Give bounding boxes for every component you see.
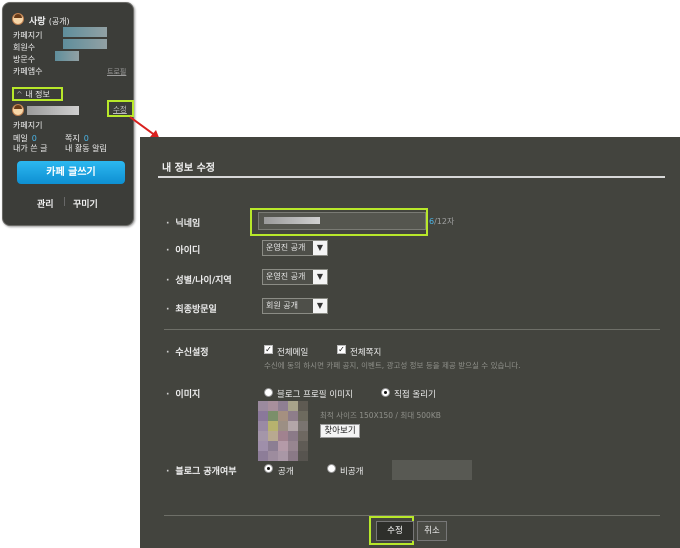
- blurred-member-count: [63, 39, 107, 49]
- title-divider: [158, 176, 665, 178]
- chevron-down-icon: ▼: [313, 241, 327, 255]
- edit-profile-dialog: 내 정보 수정 닉네임 6/12자 아이디 운영진 공개 ▼ 성별/나이/지역 …: [140, 137, 680, 548]
- submit-button[interactable]: 수정: [376, 521, 414, 541]
- cancel-button[interactable]: 취소: [417, 521, 447, 541]
- profile-visibility-select[interactable]: 운영진 공개 ▼: [262, 269, 328, 285]
- blog-public-label: 블로그 공개여부: [166, 464, 236, 477]
- dialog-title: 내 정보 수정: [162, 163, 215, 174]
- profile-info-label: 성별/나이/지역: [166, 273, 231, 286]
- visit-count-label: 방문수: [13, 55, 36, 64]
- blurred-nickname-value: [264, 217, 320, 224]
- upload-image-label: 직접 올리기: [394, 390, 436, 400]
- rank-link[interactable]: 트로필: [107, 67, 126, 77]
- nickname-counter: 6/12자: [429, 216, 454, 227]
- mail-label: 메일: [13, 134, 28, 143]
- nickname-counter-max: /12자: [434, 217, 455, 226]
- receive-settings-label: 수신설정: [166, 345, 208, 358]
- blurred-blog-address: [392, 460, 472, 480]
- blurred-cafe-manager: [63, 27, 107, 37]
- id-visibility-value: 운영진 공개: [266, 243, 306, 252]
- blurred-visit-count: [55, 51, 79, 61]
- id-label: 아이디: [166, 243, 200, 256]
- cafe-manager-label: 카페지기: [13, 31, 43, 40]
- cafe-app-count-label: 카페앱수: [13, 67, 43, 76]
- mail-count: 0: [31, 134, 37, 143]
- note-label: 쪽지: [65, 134, 80, 143]
- my-posts-link[interactable]: 내가 쓴 글: [13, 143, 48, 154]
- chevron-down-icon: ▼: [313, 299, 327, 313]
- chevron-down-icon: ▼: [313, 270, 327, 284]
- member-avatar-icon: [12, 104, 24, 116]
- my-info-toggle[interactable]: ^ 내 정보: [16, 89, 50, 100]
- note-count: 0: [83, 134, 89, 143]
- section-divider: [164, 329, 660, 330]
- cafe-info-panel: 사랑 (공개) 카페지기 회원수 방문수 카페앱수 트로필 ^ 내 정보 수정 …: [2, 2, 134, 226]
- last-visit-label: 최종방문일: [166, 302, 216, 315]
- last-visit-visibility-value: 회원 공개: [266, 301, 298, 310]
- cafe-write-button[interactable]: 카페 글쓰기: [17, 161, 125, 184]
- screenshot-root: 사랑 (공개) 카페지기 회원수 방문수 카페앱수 트로필 ^ 내 정보 수정 …: [0, 0, 680, 548]
- receive-mail-checkbox[interactable]: ✓: [264, 345, 273, 354]
- receive-note-label: 전체쪽지: [350, 348, 382, 358]
- decorate-link[interactable]: 꾸미기: [73, 197, 98, 210]
- cafe-avatar-icon: [12, 13, 24, 25]
- receive-note-checkbox[interactable]: ✓: [337, 345, 346, 354]
- profile-visibility-value: 운영진 공개: [266, 272, 306, 281]
- edit-profile-link[interactable]: 수정: [113, 104, 127, 115]
- profile-image-preview: [258, 401, 308, 461]
- member-role: 카페지기: [13, 121, 43, 130]
- receive-hint: 수신에 동의 하시면 카페 공지, 이벤트, 광고성 정보 등을 제공 받으실 …: [264, 361, 521, 370]
- cafe-name[interactable]: 사랑: [29, 17, 46, 27]
- blog-image-radio[interactable]: [264, 388, 273, 397]
- my-activity-link[interactable]: 내 활동 알림: [65, 143, 107, 154]
- cafe-visibility: (공개): [48, 17, 70, 26]
- browse-image-button[interactable]: 찾아보기: [320, 424, 360, 438]
- blurred-nickname: [27, 106, 79, 115]
- id-visibility-select[interactable]: 운영진 공개 ▼: [262, 240, 328, 256]
- receive-mail-label: 전체메일: [277, 348, 309, 358]
- member-count-label: 회원수: [13, 43, 36, 52]
- my-info-label: 내 정보: [25, 90, 50, 99]
- blog-public-radio[interactable]: [264, 464, 273, 473]
- footer-divider: |: [63, 197, 67, 207]
- chevron-up-icon: ^: [16, 90, 23, 99]
- image-size-hint: 최적 사이즈 150X150 / 최대 500KB: [320, 411, 441, 420]
- blog-private-option-label: 비공개: [340, 467, 364, 477]
- blog-private-radio[interactable]: [327, 464, 336, 473]
- upload-image-radio[interactable]: [381, 388, 390, 397]
- nickname-label: 닉네임: [166, 216, 200, 229]
- manage-link[interactable]: 관리: [37, 197, 54, 210]
- last-visit-visibility-select[interactable]: 회원 공개 ▼: [262, 298, 328, 314]
- blog-image-label: 블로그 프로필 이미지: [277, 390, 353, 400]
- image-label: 이미지: [166, 387, 200, 400]
- blog-public-option-label: 공개: [278, 467, 294, 477]
